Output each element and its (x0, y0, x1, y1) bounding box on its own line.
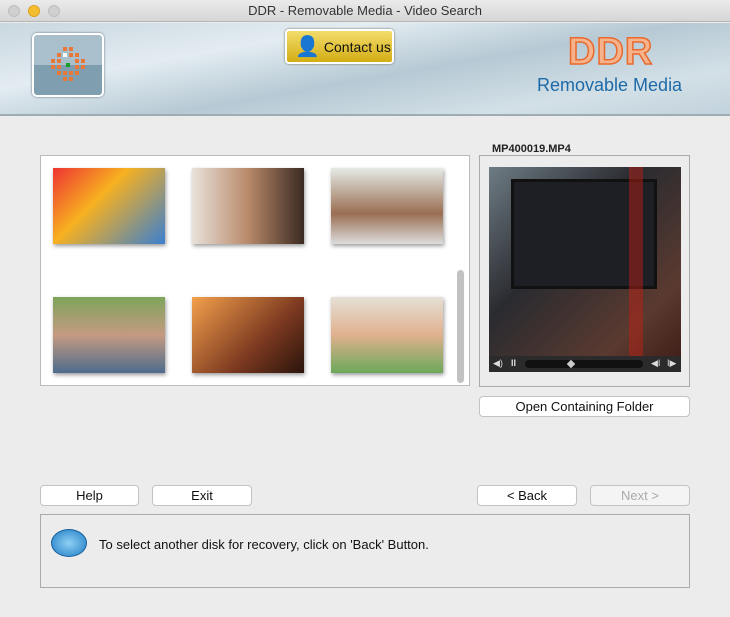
seek-knob[interactable] (566, 359, 575, 369)
player-controls: ◀) II ◀I I▶ (489, 356, 681, 372)
video-thumbnail[interactable] (53, 297, 165, 373)
speech-bubble-icon (51, 529, 87, 557)
video-thumbnail[interactable] (331, 168, 443, 244)
video-thumbnail[interactable] (331, 297, 443, 373)
header-banner: 👤 Contact us DDR Removable Media (0, 23, 730, 116)
gallery-scrollbar[interactable] (457, 270, 464, 383)
exit-button[interactable]: Exit (152, 485, 252, 506)
volume-icon[interactable]: ◀) (493, 358, 503, 369)
minimize-button[interactable] (28, 5, 40, 17)
info-message-box: To select another disk for recovery, cli… (40, 514, 690, 588)
step-forward-icon[interactable]: I▶ (667, 358, 676, 369)
open-containing-folder-button[interactable]: Open Containing Folder (479, 396, 690, 417)
seek-slider[interactable] (525, 359, 643, 369)
product-name: Removable Media (537, 75, 683, 95)
step-back-icon[interactable]: ◀I (651, 358, 660, 369)
video-thumbnail[interactable] (192, 297, 304, 373)
back-button[interactable]: < Back (477, 485, 577, 506)
video-thumbnail-grid (40, 155, 470, 386)
app-logo (32, 33, 104, 97)
preview-filename: MP400019.MP4 (488, 143, 575, 155)
help-button[interactable]: Help (40, 485, 139, 506)
close-button[interactable] (8, 5, 20, 17)
window-title: DDR - Removable Media - Video Search (248, 3, 482, 18)
video-thumbnail[interactable] (192, 168, 304, 244)
next-button[interactable]: Next > (590, 485, 690, 506)
video-thumbnail[interactable] (53, 168, 165, 244)
zoom-button[interactable] (48, 5, 60, 17)
contact-us-button[interactable]: 👤 Contact us (285, 29, 394, 64)
title-bar: DDR - Removable Media - Video Search (0, 0, 730, 22)
video-player[interactable] (489, 167, 681, 356)
contact-us-label: Contact us (323, 38, 391, 55)
pause-icon[interactable]: II (511, 358, 516, 368)
brand-logo-text: DDR (567, 30, 654, 74)
person-icon: 👤 (295, 36, 320, 58)
info-message-text: To select another disk for recovery, cli… (99, 537, 429, 552)
